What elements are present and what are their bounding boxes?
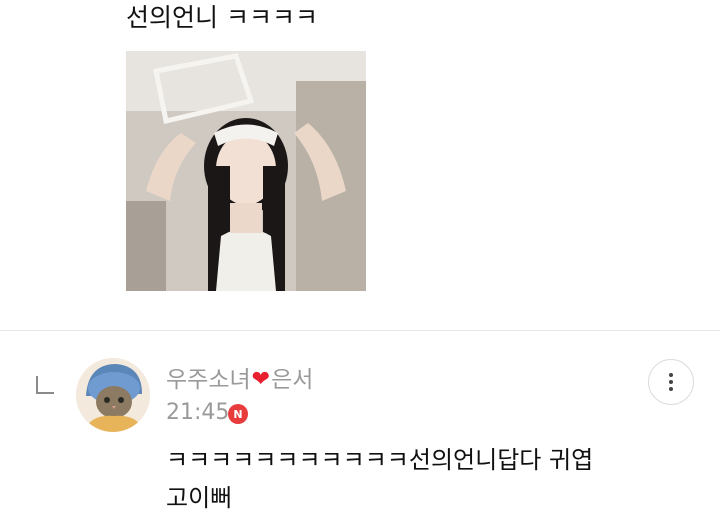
reply-comment-text: ㅋㅋㅋㅋㅋㅋㅋㅋㅋㅋㅋ선의언니답다 귀엽 고이뻐: [166, 441, 686, 517]
reply-text-line-1: ㅋㅋㅋㅋㅋㅋㅋㅋㅋㅋㅋ선의언니답다 귀엽: [166, 446, 594, 474]
comment-text: 선의언니 ㅋㅋㅋㅋ: [126, 3, 318, 32]
comment-timestamp: 21:45: [166, 400, 230, 425]
reply-text-line-2: 고이뻐: [166, 484, 233, 512]
more-vertical-icon: [669, 373, 673, 377]
avatar[interactable]: [76, 358, 150, 432]
more-vertical-icon-dot: [669, 380, 673, 384]
more-options-button[interactable]: [648, 359, 694, 405]
comment-attached-photo[interactable]: [126, 51, 366, 291]
more-vertical-icon-dot: [669, 387, 673, 391]
photo-image: [126, 51, 366, 291]
author-name-part2: 은서: [271, 367, 314, 393]
author-name-part1: 우주소녀: [166, 367, 251, 393]
divider: [0, 330, 720, 331]
reply-arrow-icon: [36, 376, 54, 394]
cat-avatar-icon: [76, 358, 150, 432]
comment-author-name[interactable]: 우주소녀 ❤ 은서: [166, 365, 313, 395]
new-badge: N: [228, 404, 248, 424]
heart-icon: ❤: [251, 367, 271, 392]
